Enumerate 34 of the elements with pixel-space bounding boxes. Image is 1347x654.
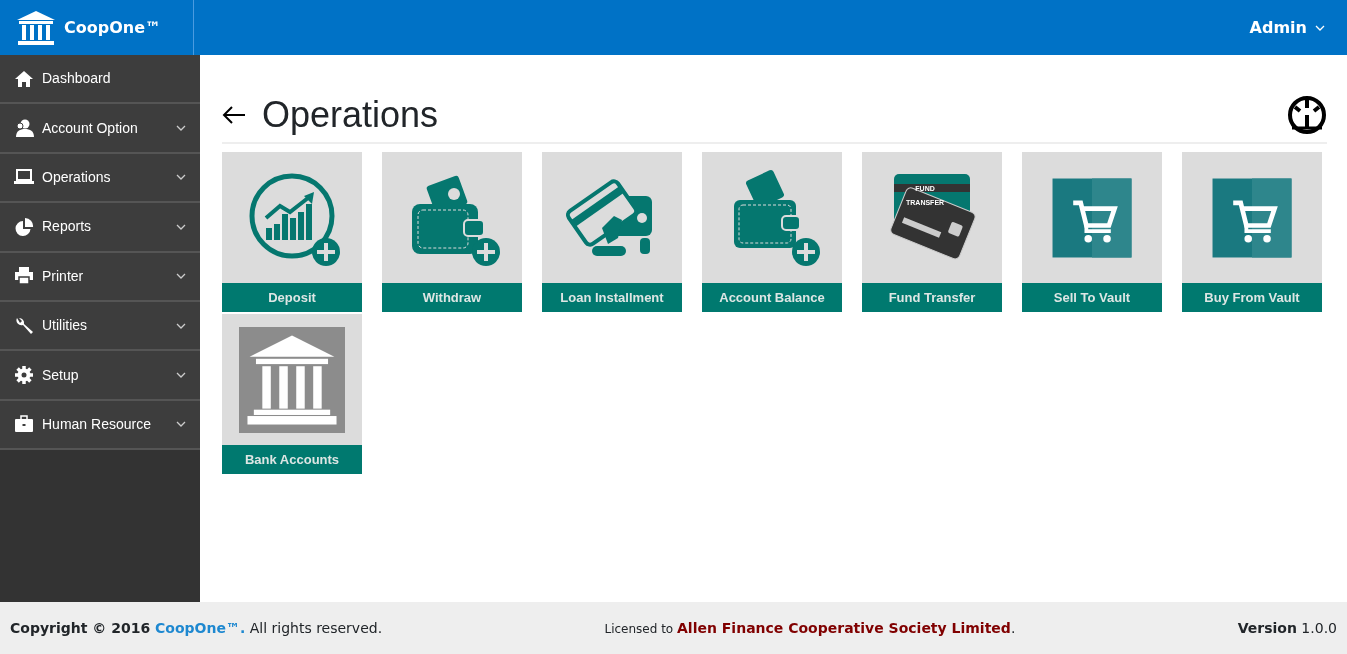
- back-button[interactable]: [222, 105, 246, 124]
- house-icon: [14, 68, 34, 89]
- caret-icon: [1315, 24, 1325, 31]
- page-title: Operations: [262, 93, 440, 137]
- operation-tile[interactable]: Sell To Vault: [1022, 152, 1162, 313]
- operation-tile[interactable]: Account Balance: [702, 152, 842, 313]
- operation-tile[interactable]: Bank Accounts: [222, 314, 362, 475]
- person-icon: [14, 118, 34, 139]
- license-text: Licensed to Allen Finance Cooperative Society Limited.: [604, 618, 1016, 638]
- operation-tile[interactable]: Buy From Vault: [1182, 152, 1322, 313]
- sidebar-item[interactable]: Operations: [0, 153, 200, 204]
- operation-tile[interactable]: Loan Installment: [542, 152, 682, 313]
- sidebar-item[interactable]: Utilities: [0, 301, 200, 352]
- printer-icon: [14, 266, 34, 287]
- sidebar-item[interactable]: Setup: [0, 351, 200, 401]
- settings-icon: [14, 365, 34, 386]
- sidebar-item[interactable]: Human Resource: [0, 400, 200, 451]
- operation-tile[interactable]: Deposit: [222, 152, 362, 313]
- version-text: Version 1.0.0: [1237, 618, 1337, 638]
- copyright-text: Copyright © 2016 CoopOne™. All rights reserved.: [10, 618, 383, 638]
- briefcase-icon: [14, 414, 34, 435]
- user-menu-button[interactable]: Admin: [1243, 14, 1331, 41]
- speedometer-icon: [1287, 94, 1327, 135]
- brand-name: CoopOne™: [64, 16, 162, 39]
- back-arrow-icon: [222, 105, 246, 124]
- pie-chart-icon: [14, 216, 34, 237]
- sidebar-item[interactable]: Reports: [0, 203, 200, 253]
- operation-tile[interactable]: Withdraw: [382, 152, 522, 313]
- bank-logo-icon: [16, 9, 56, 46]
- dashboard-button[interactable]: [1287, 94, 1327, 135]
- sidebar-item[interactable]: Account Option: [0, 104, 200, 154]
- wrench-icon: [14, 315, 34, 336]
- sidebar-item[interactable]: Dashboard: [0, 55, 200, 105]
- sidebar-item[interactable]: Printer: [0, 252, 200, 302]
